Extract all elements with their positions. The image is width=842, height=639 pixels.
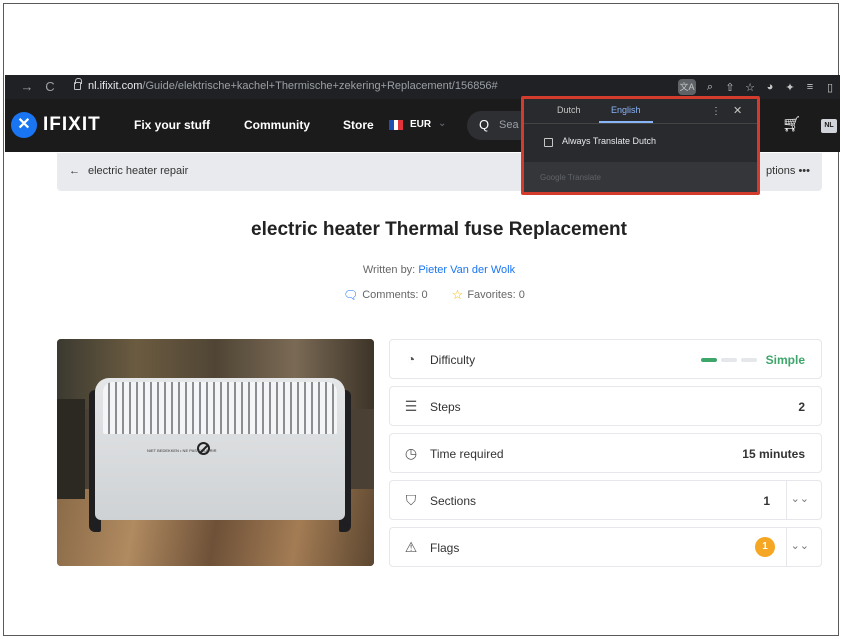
chevron-down-icon[interactable]: ⌄ — [438, 118, 446, 129]
translate-icon[interactable]: 文A — [678, 79, 696, 95]
star-icon[interactable]: ☆ — [452, 287, 464, 303]
tab-english[interactable]: English — [611, 105, 641, 115]
bookmark-star-icon[interactable]: ☆ — [740, 81, 760, 94]
nav-store[interactable]: Store — [343, 118, 374, 132]
byline: Written by: Pieter Van der Wolk — [0, 264, 842, 276]
difficulty-value: Simple — [765, 353, 805, 367]
sections-value: 1 — [763, 494, 770, 508]
clock-icon: ◷ — [404, 445, 418, 461]
ifixit-logo-icon[interactable]: ✕ — [11, 112, 37, 138]
gauge-icon: ◔ — [406, 351, 416, 367]
sections-label: Sections — [430, 494, 477, 508]
options-menu[interactable]: ptions ••• — [766, 165, 810, 177]
lock-icon[interactable] — [74, 78, 82, 90]
heater-illustration: NIET BEDEKKEN • NE PAS COUVRIR — [89, 372, 351, 532]
flags-label: Flags — [430, 541, 460, 555]
guide-stats: 🗨︎ Comments: 0 ☆ Favorites: 0 — [343, 287, 525, 303]
page-title: electric heater Thermal fuse Replacement — [251, 219, 627, 240]
nav-community[interactable]: Community — [244, 118, 310, 132]
comments-link[interactable]: Comments: 0 — [362, 289, 427, 301]
always-translate-label[interactable]: Always Translate Dutch — [562, 136, 656, 146]
flags-row[interactable]: ⚠ Flags 1 ⌄⌄ — [389, 527, 822, 567]
reload-icon[interactable]: C — [42, 78, 58, 96]
heater-grill — [103, 382, 337, 434]
comments-count: 0 — [421, 289, 428, 301]
heater-warning-text: NIET BEDEKKEN • NE PAS COUVRIR — [147, 448, 217, 453]
comment-icon[interactable]: 🗨︎ — [343, 288, 358, 302]
url-path: /Guide/elektrische+kachel+Thermische+zek… — [142, 80, 498, 92]
reading-list-icon[interactable]: ≡ — [800, 81, 820, 93]
share-icon[interactable]: ⇧ — [720, 81, 740, 94]
cart-icon[interactable]: 🛒︎ — [782, 115, 801, 133]
steps-label: Steps — [430, 400, 461, 414]
more-vert-icon[interactable]: ⋮ — [711, 106, 721, 117]
active-tab-indicator — [599, 121, 653, 123]
always-translate-checkbox[interactable] — [544, 138, 553, 147]
steps-value: 2 — [798, 400, 805, 414]
url-domain: nl.ifixit.com — [88, 80, 143, 92]
favorites-label: Favorites: — [467, 289, 516, 301]
currency-selector[interactable]: EUR — [410, 119, 431, 130]
logo-text[interactable]: IFIXIT — [43, 114, 101, 136]
language-badge[interactable]: NL — [821, 119, 837, 133]
difficulty-segment — [721, 358, 737, 362]
written-by-label: Written by: — [362, 264, 416, 276]
favorites-link[interactable]: Favorites: 0 — [467, 289, 524, 301]
difficulty-meter — [701, 358, 757, 362]
time-row: ◷ Time required 15 minutes — [389, 433, 822, 473]
image-shadow — [57, 399, 85, 499]
close-icon[interactable]: ✕ — [733, 104, 742, 117]
browser-actions: 文A ⌕ ⇧ ☆ ◕ ✦ ≡ ▯ — [678, 77, 840, 97]
author-link[interactable]: Pieter Van der Wolk — [418, 264, 515, 276]
arrow-left-icon: ← — [69, 165, 80, 177]
puzzle-icon[interactable]: ✦ — [780, 81, 800, 94]
row-divider — [786, 528, 787, 566]
tab-divider — [524, 123, 757, 124]
bookmark-icon: ⛉ — [405, 492, 417, 508]
list-icon: ☰ — [404, 398, 418, 414]
favorites-count: 0 — [518, 289, 525, 301]
breadcrumb-label: electric heater repair — [88, 165, 189, 177]
search-placeholder: Sea — [499, 119, 519, 131]
more-dots-icon: ••• — [798, 165, 810, 177]
comments-label: Comments: — [362, 289, 419, 301]
translate-footer: Google Translate — [524, 162, 757, 192]
chevron-down-icon[interactable]: ⌄⌄ — [791, 492, 809, 505]
france-flag-icon[interactable] — [389, 120, 404, 130]
search-icon: Q — [479, 117, 490, 132]
breadcrumb-link[interactable]: ← electric heater repair — [69, 165, 188, 177]
row-divider — [786, 481, 787, 519]
chevron-down-icon[interactable]: ⌄⌄ — [791, 539, 809, 552]
translate-popup: Dutch English ⋮ ✕ Always Translate Dutch… — [521, 96, 760, 195]
sections-row[interactable]: ⛉ Sections 1 ⌄⌄ — [389, 480, 822, 520]
flags-count-badge: 1 — [755, 537, 775, 557]
nav-fix-your-stuff[interactable]: Fix your stuff — [134, 118, 210, 132]
options-label: ptions — [766, 165, 796, 177]
side-panel-icon[interactable]: ▯ — [820, 81, 840, 94]
google-translate-label: Google Translate — [540, 173, 601, 182]
difficulty-label: Difficulty — [430, 353, 476, 367]
difficulty-segment — [741, 358, 757, 362]
tab-dutch[interactable]: Dutch — [557, 105, 581, 115]
difficulty-segment — [701, 358, 717, 362]
warning-icon: ⚠ — [404, 539, 418, 555]
time-label: Time required — [430, 447, 504, 461]
extension-icon[interactable]: ◕ — [760, 81, 780, 93]
time-value: 15 minutes — [742, 447, 805, 461]
difficulty-row: ◔ Difficulty Simple — [389, 339, 822, 379]
guide-image[interactable]: NIET BEDEKKEN • NE PAS COUVRIR — [57, 339, 374, 566]
arrow-right-icon[interactable]: → — [19, 78, 35, 96]
zoom-icon[interactable]: ⌕ — [700, 81, 720, 94]
address-bar[interactable]: nl.ifixit.com/Guide/elektrische+kachel+T… — [88, 80, 498, 92]
steps-row: ☰ Steps 2 — [389, 386, 822, 426]
